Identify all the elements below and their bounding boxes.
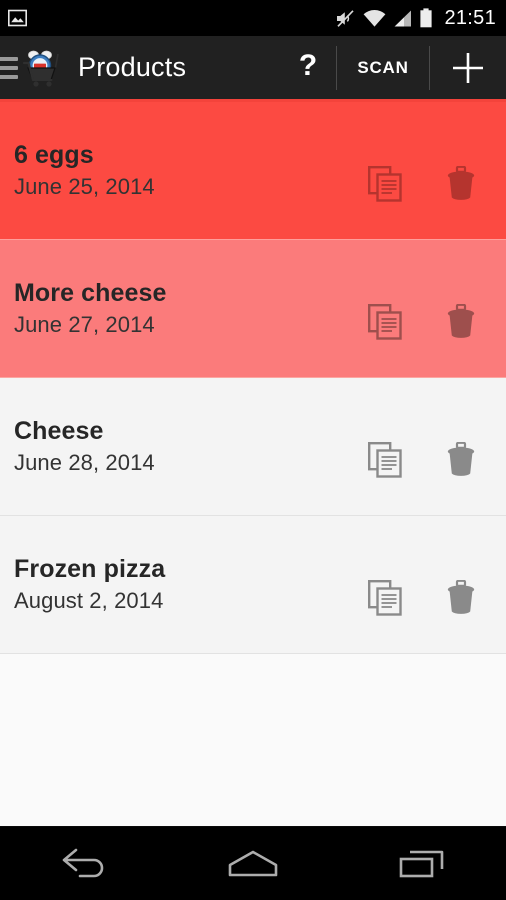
battery-icon (419, 8, 433, 28)
trash-icon[interactable] (446, 303, 476, 340)
product-date: August 2, 2014 (14, 588, 164, 613)
nav-home-button[interactable] (193, 827, 313, 900)
product-name: Frozen pizza (14, 555, 166, 583)
trash-icon[interactable] (446, 165, 476, 202)
action-bar: Products ? SCAN (0, 36, 506, 102)
product-date: June 27, 2014 (14, 312, 155, 337)
home-icon (226, 847, 280, 881)
product-name: Cheese (14, 417, 104, 445)
recents-icon (397, 847, 447, 881)
phone-screen: 21:51 Products ? SCAN 6 eggs June 25, 20… (0, 0, 506, 900)
copy-icon[interactable] (368, 579, 402, 616)
back-icon (58, 846, 110, 882)
product-list: 6 eggs June 25, 2014 More cheese June 27… (0, 102, 506, 826)
action-bar-actions: ? SCAN (280, 36, 506, 99)
product-date: June 25, 2014 (14, 174, 155, 199)
list-item-text: Cheese June 28, 2014 (14, 417, 155, 476)
status-bar-right: 21:51 (335, 7, 496, 30)
app-logo-icon[interactable] (20, 46, 64, 90)
hamburger-line (0, 56, 18, 61)
list-item[interactable]: 6 eggs June 25, 2014 (0, 102, 506, 240)
list-item[interactable]: Frozen pizza August 2, 2014 (0, 516, 506, 654)
copy-icon[interactable] (368, 303, 402, 340)
plus-icon (448, 48, 488, 88)
product-name: 6 eggs (14, 141, 94, 169)
list-item-text: More cheese June 27, 2014 (14, 279, 167, 338)
nav-recents-button[interactable] (362, 827, 482, 900)
add-product-button[interactable] (430, 36, 506, 99)
list-item-actions (368, 554, 506, 616)
hamburger-line (0, 74, 18, 79)
status-bar: 21:51 (0, 0, 506, 36)
nav-back-button[interactable] (24, 827, 144, 900)
status-bar-clock: 21:51 (444, 6, 496, 29)
list-empty-area (0, 654, 506, 826)
android-navigation-bar (0, 826, 506, 900)
product-name: More cheese (14, 279, 167, 307)
hamburger-menu-icon[interactable] (0, 56, 18, 79)
wifi-icon (363, 9, 386, 28)
copy-icon[interactable] (368, 441, 402, 478)
page-title: Products (78, 52, 187, 82)
list-item-text: 6 eggs June 25, 2014 (14, 141, 155, 200)
scan-button[interactable]: SCAN (337, 36, 429, 99)
list-item-actions (368, 278, 506, 340)
help-button[interactable]: ? (280, 36, 336, 99)
trash-icon[interactable] (446, 579, 476, 616)
copy-icon[interactable] (368, 165, 402, 202)
list-item-actions (368, 140, 506, 202)
list-item-text: Frozen pizza August 2, 2014 (14, 555, 165, 614)
trash-icon[interactable] (446, 441, 476, 478)
screenshot-icon (8, 9, 27, 28)
product-date: June 28, 2014 (14, 450, 155, 475)
status-bar-left (8, 9, 27, 28)
mute-icon (335, 8, 356, 29)
list-item[interactable]: Cheese June 28, 2014 (0, 378, 506, 516)
signal-icon (393, 9, 412, 28)
list-item[interactable]: More cheese June 27, 2014 (0, 240, 506, 378)
hamburger-line (0, 65, 18, 70)
list-item-actions (368, 416, 506, 478)
